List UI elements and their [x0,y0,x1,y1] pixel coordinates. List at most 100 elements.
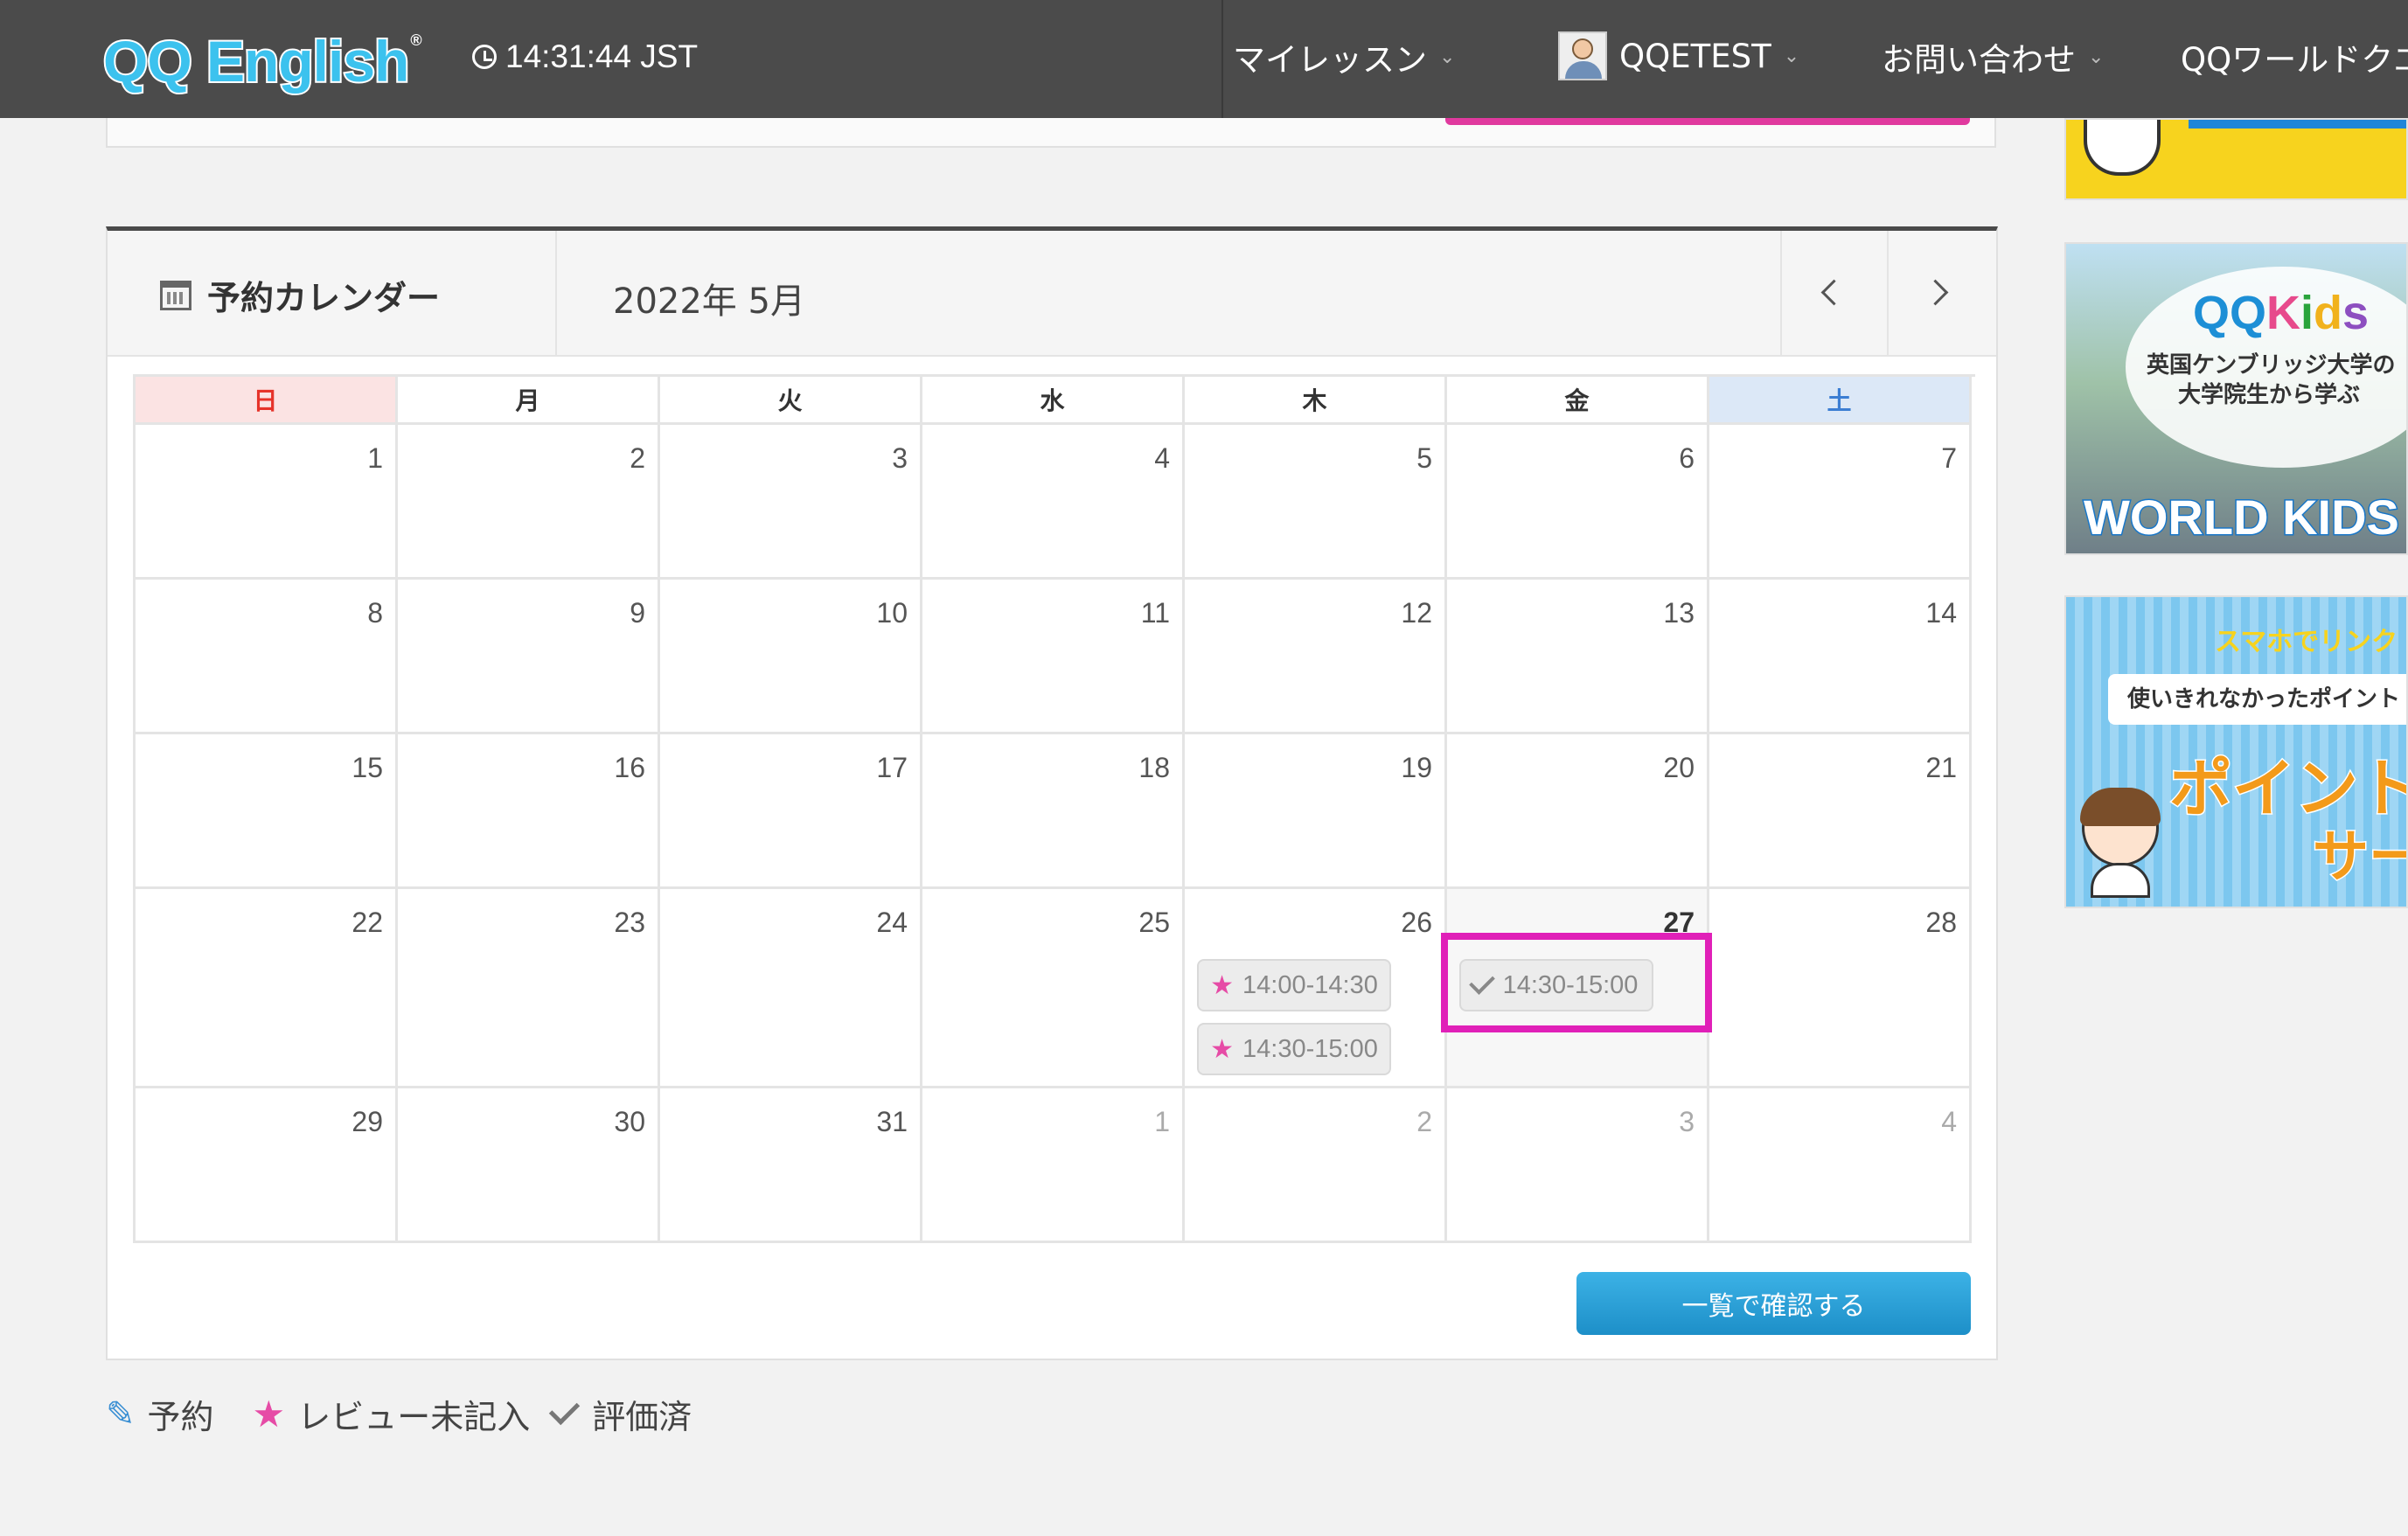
day-number: 11 [1140,597,1170,629]
week-row: 8 9 10 11 12 13 14 [136,580,1975,734]
day-number: 3 [1679,1106,1695,1137]
chevron-left-icon [1820,279,1847,305]
day-cell[interactable]: 24 [660,889,922,1088]
day-cell[interactable]: 11 [922,580,1185,734]
day-cell[interactable]: 1 [136,425,398,580]
lesson-chip-review-pending[interactable]: ★ 14:00-14:30 [1197,959,1391,1011]
qq-kids-logo: QQKids [2193,286,2369,340]
banner-headline: サー [2312,824,2407,892]
day-cell[interactable]: 29 [136,1088,398,1243]
legend-reserve: 予約 [147,1398,214,1436]
nav-my-lessons-label: マイレッスン [1233,41,1427,79]
logo-text: QQ English [101,27,411,95]
day-cell[interactable]: 13 [1447,580,1709,734]
day-cell[interactable]: 3 [660,425,922,580]
logo-registered-mark: ® [410,31,421,49]
nav-user-label: QQETEST [1619,37,1771,75]
nav-user-menu[interactable]: QQETEST ⌄ [1558,31,1799,80]
star-icon: ★ [1210,1034,1235,1064]
day-cell[interactable]: 22 [136,889,398,1088]
chevron-right-icon [1922,279,1948,305]
calendar-icon [160,280,191,310]
day-cell[interactable]: 14 [1709,580,1972,734]
day-number: 5 [1416,442,1432,474]
qq-english-logo[interactable]: QQ English ® [101,26,422,96]
day-cell-next-month[interactable]: 1 [922,1088,1185,1243]
sidebar-banner-top[interactable] [2064,118,2408,200]
calendar-header: 予約カレンダー 2022年 5月 [108,231,1996,357]
day-cell[interactable]: 16 [398,734,660,889]
pink-button-edge[interactable] [1445,118,1970,125]
day-cell[interactable]: 19 [1185,734,1447,889]
nav-qq-world-quest-label: QQワールドクエ [2181,41,2408,79]
day-cell[interactable]: 17 [660,734,922,889]
top-header: QQ English ® 14:31:44 JST マイレッスン ⌄ QQETES… [0,0,2408,118]
day-number: 4 [1941,1106,1957,1137]
day-cell-with-lessons[interactable]: 26 ★ 14:00-14:30 ★ 14:30-15:00 [1185,889,1447,1088]
header-divider [1887,231,1889,355]
lesson-time: 14:00-14:30 [1242,970,1378,999]
day-cell[interactable]: 28 [1709,889,1972,1088]
day-cell[interactable]: 10 [660,580,922,734]
chevron-down-icon: ⌄ [1439,45,1456,68]
logo-part: d [2314,287,2343,339]
day-number: 12 [1401,597,1432,629]
day-number: 3 [892,442,908,474]
day-number: 28 [1925,907,1957,938]
day-cell[interactable]: 5 [1185,425,1447,580]
banner-line: 使いきれなかったポイント [2108,674,2406,725]
sidebar-banner-points[interactable]: スマホでリンク 使いきれなかったポイント ポイント サー [2064,595,2408,908]
legend-review-pending: レビュー未記入 [297,1398,531,1436]
day-number: 24 [876,907,908,938]
day-cell[interactable]: 18 [922,734,1185,889]
day-cell[interactable]: 23 [398,889,660,1088]
day-cell[interactable]: 21 [1709,734,1972,889]
day-cell[interactable]: 31 [660,1088,922,1243]
day-cell[interactable]: 12 [1185,580,1447,734]
nav-contact[interactable]: お問い合わせ ⌄ [1882,33,2104,80]
clock-time: 14:31:44 JST [505,38,699,74]
logo-part: i [2300,287,2314,339]
legend-rated: 評価済 [592,1398,692,1436]
banner-bottom-text: WORLD KIDS C [2083,489,2406,546]
weekday-monday: 月 [398,377,660,425]
sidebar-banner-qq-kids[interactable]: QQKids 英国ケンブリッジ大学の 大学院生から学ぶ WORLD KIDS C [2064,242,2408,555]
star-icon: ★ [252,1393,286,1435]
next-month-button[interactable] [1909,266,1961,318]
weekday-saturday: 土 [1709,377,1972,425]
previous-month-button[interactable] [1807,266,1860,318]
view-list-button[interactable]: 一覧で確認する [1576,1272,1971,1335]
day-cell-next-month[interactable]: 3 [1447,1088,1709,1243]
week-row: 29 30 31 1 2 3 4 [136,1088,1975,1243]
chevron-down-icon: ⌄ [1783,45,1800,67]
day-number: 17 [876,752,908,783]
logo-part: QQ [2193,287,2267,339]
previous-panel-bottom [106,118,1996,148]
day-cell[interactable]: 15 [136,734,398,889]
star-icon: ★ [1210,970,1235,1000]
day-number: 20 [1663,752,1695,783]
day-number: 26 [1401,907,1432,938]
lesson-chip-review-pending[interactable]: ★ 14:30-15:00 [1197,1023,1391,1075]
day-number: 4 [1154,442,1170,474]
day-cell[interactable]: 30 [398,1088,660,1243]
boy-illustration [2078,788,2162,898]
day-cell[interactable]: 2 [398,425,660,580]
day-cell[interactable]: 8 [136,580,398,734]
day-cell-next-month[interactable]: 2 [1185,1088,1447,1243]
day-cell-next-month[interactable]: 4 [1709,1088,1972,1243]
day-cell[interactable]: 20 [1447,734,1709,889]
day-cell[interactable]: 9 [398,580,660,734]
day-cell[interactable]: 6 [1447,425,1709,580]
day-cell[interactable]: 7 [1709,425,1972,580]
nav-qq-world-quest[interactable]: QQワールドクエ [2181,33,2408,80]
weekday-sunday: 日 [136,377,398,425]
day-cell[interactable]: 25 [922,889,1185,1088]
day-number: 7 [1941,442,1957,474]
calendar-legend: ✎ 予約 ★ レビュー未記入 評価済 [106,1390,692,1438]
weekday-friday: 金 [1447,377,1709,425]
avatar [1558,31,1607,80]
day-number: 18 [1138,752,1170,783]
nav-my-lessons[interactable]: マイレッスン ⌄ [1233,33,1455,80]
day-cell[interactable]: 4 [922,425,1185,580]
